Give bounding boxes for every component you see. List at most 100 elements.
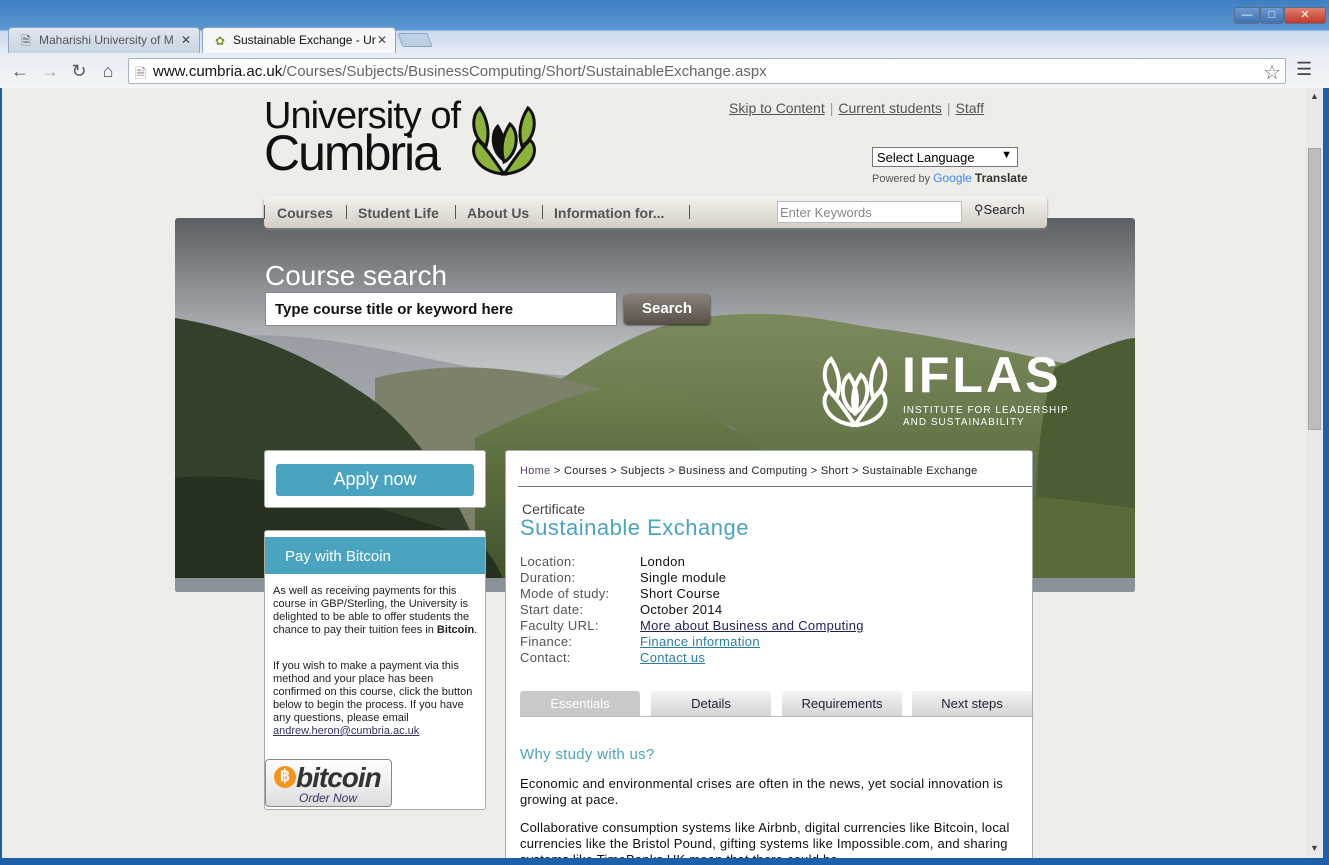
breadcrumb-sep: > (550, 465, 564, 477)
main-navigation: Courses Student Life About Us Informatio… (264, 196, 1047, 228)
bookmark-star-icon[interactable]: ☆ (1263, 60, 1281, 85)
window-frame (0, 858, 1329, 865)
language-select[interactable]: Select Language ▼ (872, 147, 1018, 167)
meta-value: Single module (640, 570, 727, 585)
course-search-title: Course search (265, 260, 448, 291)
toolbar: ← → ↻ ⌂ 🗎 www.cumbria.ac.uk/Courses/Subj… (0, 56, 1329, 86)
bitcoin-bold: Bitcoin (436, 624, 475, 636)
breadcrumb-home[interactable]: Home (520, 465, 551, 477)
divider (542, 205, 543, 219)
divider (520, 716, 1034, 717)
divider (264, 205, 265, 219)
language-select-value: Select Language (877, 150, 975, 165)
search-label: Search (983, 202, 1025, 217)
maximize-button[interactable]: □ (1260, 7, 1284, 24)
apply-now-button[interactable]: Apply now (276, 464, 474, 496)
home-icon[interactable]: ⌂ (96, 59, 120, 83)
page-icon: 🗎 (135, 65, 147, 81)
meta-label: Start date: (520, 602, 584, 617)
url-text: www.cumbria.ac.uk/Courses/Subjects/Busin… (153, 63, 767, 80)
nav-courses[interactable]: Courses (277, 205, 333, 221)
close-window-button[interactable]: ✕ (1284, 7, 1326, 24)
iflas-logo-text: IFLAS (902, 347, 1062, 403)
powered-by-text: Powered by (872, 173, 931, 185)
google-logo: Google (933, 171, 972, 185)
course-search-input[interactable]: Type course title or keyword here (265, 292, 617, 326)
scroll-down-icon[interactable]: ▼ (1310, 843, 1319, 853)
bitcoin-order-button[interactable]: ฿ bitcoin Order Now (265, 759, 392, 807)
current-students-link[interactable]: Current students (833, 100, 947, 116)
tab-title: Sustainable Exchange - Ur (233, 33, 376, 47)
keyword-search-input[interactable]: Enter Keywords (777, 201, 962, 223)
nav-about-us[interactable]: About Us (467, 205, 529, 221)
vertical-scrollbar[interactable]: ▲ ▼ (1306, 88, 1323, 858)
menu-icon[interactable]: ☰ (1296, 59, 1312, 80)
browser-chrome: — □ ✕ 🗎 Maharishi University of M ✕ ✿ Su… (0, 0, 1329, 88)
breadcrumb-courses[interactable]: Courses (564, 465, 607, 477)
breadcrumb-short[interactable]: Short (821, 465, 849, 477)
meta-label: Faculty URL: (520, 618, 599, 633)
meta-value: London (640, 554, 686, 569)
close-icon[interactable]: ✕ (181, 33, 191, 47)
breadcrumb-current: Sustainable Exchange (862, 465, 978, 477)
divider (518, 486, 1032, 487)
apply-box: Apply now (264, 450, 486, 508)
finance-link[interactable]: Finance information (640, 634, 760, 650)
back-icon[interactable]: ← (8, 59, 32, 83)
iflas-leaves-icon (822, 356, 888, 428)
divider (346, 205, 347, 219)
reload-icon[interactable]: ↻ (67, 59, 91, 83)
breadcrumb: Home > Courses > Subjects > Business and… (520, 465, 1028, 477)
powered-by-google: Powered by Google Translate (872, 171, 1028, 185)
tab-maharishi[interactable]: 🗎 Maharishi University of M ✕ (8, 27, 200, 53)
page-icon: 🗎 (21, 34, 31, 48)
staff-link[interactable]: Staff (951, 100, 990, 116)
tab-next-steps[interactable]: Next steps (912, 691, 1032, 716)
breadcrumb-subjects[interactable]: Subjects (620, 465, 665, 477)
meta-label: Finance: (520, 634, 573, 649)
logo-line-2: Cumbria (264, 125, 441, 181)
bitcoin-icon: ฿ (274, 766, 296, 788)
breadcrumb-business[interactable]: Business and Computing (679, 465, 808, 477)
iflas-subtitle: INSTITUTE FOR LEADERSHIP AND SUSTAINABIL… (903, 405, 1069, 428)
breadcrumb-sep: > (665, 465, 679, 477)
new-tab-button[interactable] (397, 33, 433, 47)
keyword-search-button[interactable]: ⚲Search (974, 202, 1025, 218)
collab-paragraph: Collaborative consumption systems like A… (520, 820, 1010, 858)
course-search-button[interactable]: Search (624, 294, 710, 324)
skip-to-content-link[interactable]: Skip to Content (724, 100, 830, 116)
translate-link[interactable]: Translate (975, 171, 1028, 185)
address-bar[interactable]: 🗎 www.cumbria.ac.uk/Courses/Subjects/Bus… (128, 58, 1286, 84)
university-logo[interactable]: University of Cumbria (264, 97, 461, 181)
bitcoin-instructions: If you wish to make a payment via this m… (273, 660, 473, 724)
minimize-button[interactable]: — (1234, 7, 1260, 24)
nav-student-life[interactable]: Student Life (358, 205, 439, 221)
page-title: Sustainable Exchange (520, 515, 749, 540)
leaves-logo-icon (472, 105, 536, 176)
contact-link[interactable]: Contact us (640, 650, 705, 666)
divider (455, 205, 456, 219)
scroll-thumb[interactable] (1308, 148, 1321, 430)
divider (689, 205, 690, 219)
email-link[interactable]: andrew.heron@cumbria.ac.uk (273, 725, 419, 737)
divider: | (946, 100, 951, 116)
tab-requirements[interactable]: Requirements (782, 691, 902, 716)
faculty-link[interactable]: More about Business and Computing (640, 618, 864, 634)
meta-label: Location: (520, 554, 576, 569)
scroll-up-icon[interactable]: ▲ (1310, 91, 1319, 101)
breadcrumb-sep: > (607, 465, 621, 477)
bitcoin-wordmark: bitcoin (296, 762, 382, 793)
bitcoin-heading: Pay with Bitcoin (265, 537, 485, 574)
why-study-heading: Why study with us? (520, 746, 655, 763)
intro-paragraph: Economic and environmental crises are of… (520, 776, 1004, 807)
forward-icon[interactable]: → (38, 59, 62, 83)
breadcrumb-sep: > (807, 465, 821, 477)
nav-information-for[interactable]: Information for... (554, 205, 664, 221)
tab-essentials[interactable]: Essentials (520, 691, 640, 716)
bitcoin-box: Pay with Bitcoin As well as receiving pa… (264, 530, 486, 810)
tab-sustainable-exchange[interactable]: ✿ Sustainable Exchange - Ur ✕ (202, 27, 396, 53)
close-icon[interactable]: ✕ (377, 33, 387, 47)
chevron-down-icon: ▼ (1001, 149, 1012, 161)
tab-details[interactable]: Details (651, 691, 771, 716)
bitcoin-paragraph-1: As well as receiving payments for this c… (273, 585, 479, 637)
